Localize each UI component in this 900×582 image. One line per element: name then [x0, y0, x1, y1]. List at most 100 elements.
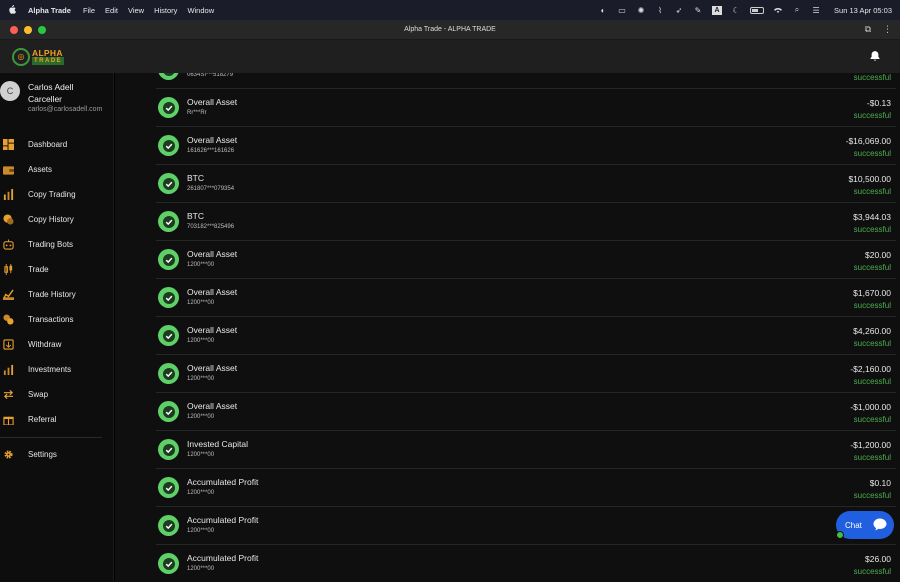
- sidebar-item-withdraw[interactable]: Withdraw: [0, 332, 113, 357]
- transaction-row[interactable]: 0634SI***518279 successful: [156, 73, 896, 89]
- chat-bubble-icon: [873, 518, 887, 531]
- menu-app-name[interactable]: Alpha Trade: [28, 6, 71, 15]
- chat-button[interactable]: Chat: [836, 511, 894, 539]
- copy-trading-icon: [2, 189, 14, 201]
- transaction-status: successful: [853, 111, 891, 120]
- transaction-title: Overall Asset: [187, 97, 238, 107]
- sidebar-item-label: Dashboard: [28, 140, 68, 149]
- transaction-title: Accumulated Profit: [187, 553, 259, 563]
- trade-history-icon: [2, 289, 14, 301]
- swap-icon: [2, 389, 14, 401]
- menu-view[interactable]: View: [128, 6, 144, 15]
- transaction-reference: Rr***Rr: [187, 110, 207, 116]
- moon-icon[interactable]: ☾: [731, 6, 741, 15]
- menu-window[interactable]: Window: [187, 6, 214, 15]
- sidebar-item-investments[interactable]: Investments: [0, 357, 113, 382]
- user-profile[interactable]: C Carlos Adell Carceller carlos@carlosad…: [0, 73, 113, 128]
- apple-icon[interactable]: [8, 4, 18, 16]
- app-header: ◎ ALPHA TRADE: [0, 40, 900, 73]
- control-center-icon[interactable]: ☰: [811, 6, 821, 15]
- transaction-row[interactable]: Overall Asset 161626***161626 -$16,069.00 s…: [156, 127, 896, 165]
- sidebar-item-referral[interactable]: Referral: [0, 407, 113, 432]
- brightness-icon[interactable]: ✺: [636, 6, 646, 15]
- transaction-reference: 1200***00: [187, 528, 215, 534]
- sidebar-item-label: Copy Trading: [28, 190, 76, 199]
- focus-icon[interactable]: ◐: [598, 6, 608, 15]
- sidebar-item-dashboard[interactable]: Dashboard: [0, 132, 113, 157]
- sidebar-item-swap[interactable]: Swap: [0, 382, 113, 407]
- chat-label: Chat: [845, 520, 862, 530]
- menu-history[interactable]: History: [154, 6, 177, 15]
- transaction-title: BTC: [187, 173, 204, 183]
- transaction-reference: 1200***00: [187, 338, 215, 344]
- transaction-row[interactable]: Accumulated Profit 1200***00 $0.10 successf…: [156, 469, 896, 507]
- alpha-trade-logo[interactable]: ◎ ALPHA TRADE: [12, 47, 65, 66]
- window-titlebar: Alpha Trade - ALPHA TRADE ⧉ ⋮: [0, 20, 900, 40]
- transaction-reference: 703182***825496: [187, 224, 235, 230]
- tools-icon[interactable]: ✎: [693, 6, 703, 15]
- more-options-icon[interactable]: ⋮: [883, 24, 892, 35]
- transaction-row[interactable]: Overall Asset Rr***Rr -$0.13 successful: [156, 89, 896, 127]
- notification-bell-icon[interactable]: [869, 50, 881, 62]
- sidebar-item-settings[interactable]: Settings: [0, 442, 113, 467]
- transaction-reference: 261807***079354: [187, 186, 235, 192]
- minimize-window-button[interactable]: [24, 26, 32, 34]
- system-menu-bar: Alpha Trade File Edit View History Windo…: [0, 0, 900, 20]
- transactions-icon: [2, 314, 14, 326]
- transaction-reference: 161626***161626: [187, 148, 235, 154]
- sidebar-item-assets[interactable]: Assets: [0, 157, 113, 182]
- arrow-icon[interactable]: ➶: [674, 6, 684, 15]
- transaction-row[interactable]: Overall Asset 1200***00 $1,670.00 successfu…: [156, 279, 896, 317]
- transaction-amount: -$2,160.00: [850, 364, 891, 374]
- avatar[interactable]: C: [0, 81, 20, 101]
- menu-edit[interactable]: Edit: [105, 6, 118, 15]
- transactions-panel[interactable]: 0634SI***518279 successful Overall Asset Rr…: [115, 73, 900, 582]
- wifi-icon[interactable]: [773, 6, 783, 15]
- transaction-row[interactable]: Overall Asset 1200***00 $4,260.00 successfu…: [156, 317, 896, 355]
- transaction-row[interactable]: Accumulated Profit 1200***00: [156, 507, 896, 545]
- transaction-row[interactable]: Overall Asset 1200***00 -$1,000.00 successf…: [156, 393, 896, 431]
- transaction-reference: 1200***00: [187, 376, 215, 382]
- transaction-status: successful: [853, 415, 891, 424]
- sidebar-item-transactions[interactable]: Transactions: [0, 307, 113, 332]
- sidebar-item-trade[interactable]: Trade: [0, 257, 113, 282]
- menu-file[interactable]: File: [83, 6, 95, 15]
- transaction-title: Overall Asset: [187, 363, 238, 373]
- sidebar-item-copy-history[interactable]: Copy History: [0, 207, 113, 232]
- close-window-button[interactable]: [10, 26, 18, 34]
- sidebar: C Carlos Adell Carceller carlos@carlosad…: [0, 73, 114, 582]
- sidebar-item-label: Assets: [28, 165, 53, 174]
- spotlight-icon[interactable]: ⌕: [792, 5, 802, 15]
- transaction-row[interactable]: Overall Asset 1200***00 -$2,160.00 successf…: [156, 355, 896, 393]
- battery-icon[interactable]: [750, 6, 765, 14]
- transaction-list: 0634SI***518279 successful Overall Asset Rr…: [156, 73, 896, 582]
- transaction-status: successful: [853, 567, 891, 576]
- transaction-row[interactable]: Invested Capital 1200***00 -$1,200.00 succe…: [156, 431, 896, 469]
- success-check-icon: [158, 363, 179, 384]
- transaction-row[interactable]: BTC 703182***825496 $3,944.03 successful: [156, 203, 896, 241]
- transaction-amount: -$0.13: [866, 98, 891, 108]
- success-check-icon: [158, 73, 179, 80]
- transaction-row[interactable]: Overall Asset 1200***00 $20.00 successful: [156, 241, 896, 279]
- sidebar-item-label: Settings: [28, 450, 57, 459]
- attachment-icon[interactable]: ⌇: [655, 6, 665, 15]
- logo-text-alpha: ALPHA: [32, 47, 63, 58]
- sidebar-item-trading-bots[interactable]: Trading Bots: [0, 232, 113, 257]
- candlestick-icon: [2, 264, 14, 276]
- transaction-title: Overall Asset: [187, 135, 238, 145]
- transaction-status: successful: [853, 491, 891, 500]
- sidebar-item-trade-history[interactable]: Trade History: [0, 282, 113, 307]
- success-check-icon: [158, 211, 179, 232]
- sidebar-item-copy-trading[interactable]: Copy Trading: [0, 182, 113, 207]
- text-input-icon[interactable]: A: [712, 5, 723, 15]
- maximize-window-button[interactable]: [38, 26, 46, 34]
- extensions-icon[interactable]: ⧉: [865, 24, 871, 35]
- transaction-row[interactable]: Accumulated Profit 1200***00 $26.00 success…: [156, 545, 896, 582]
- sidebar-item-label: Trade: [28, 265, 49, 274]
- transaction-amount: -$1,200.00: [850, 440, 891, 450]
- transaction-title: Invested Capital: [187, 439, 248, 449]
- transaction-amount: $0.10: [869, 478, 891, 488]
- menubar-clock[interactable]: Sun 13 Apr 05:03: [834, 6, 892, 15]
- display-icon[interactable]: ▭: [617, 6, 627, 15]
- transaction-row[interactable]: BTC 261807***079354 $10,500.00 successful: [156, 165, 896, 203]
